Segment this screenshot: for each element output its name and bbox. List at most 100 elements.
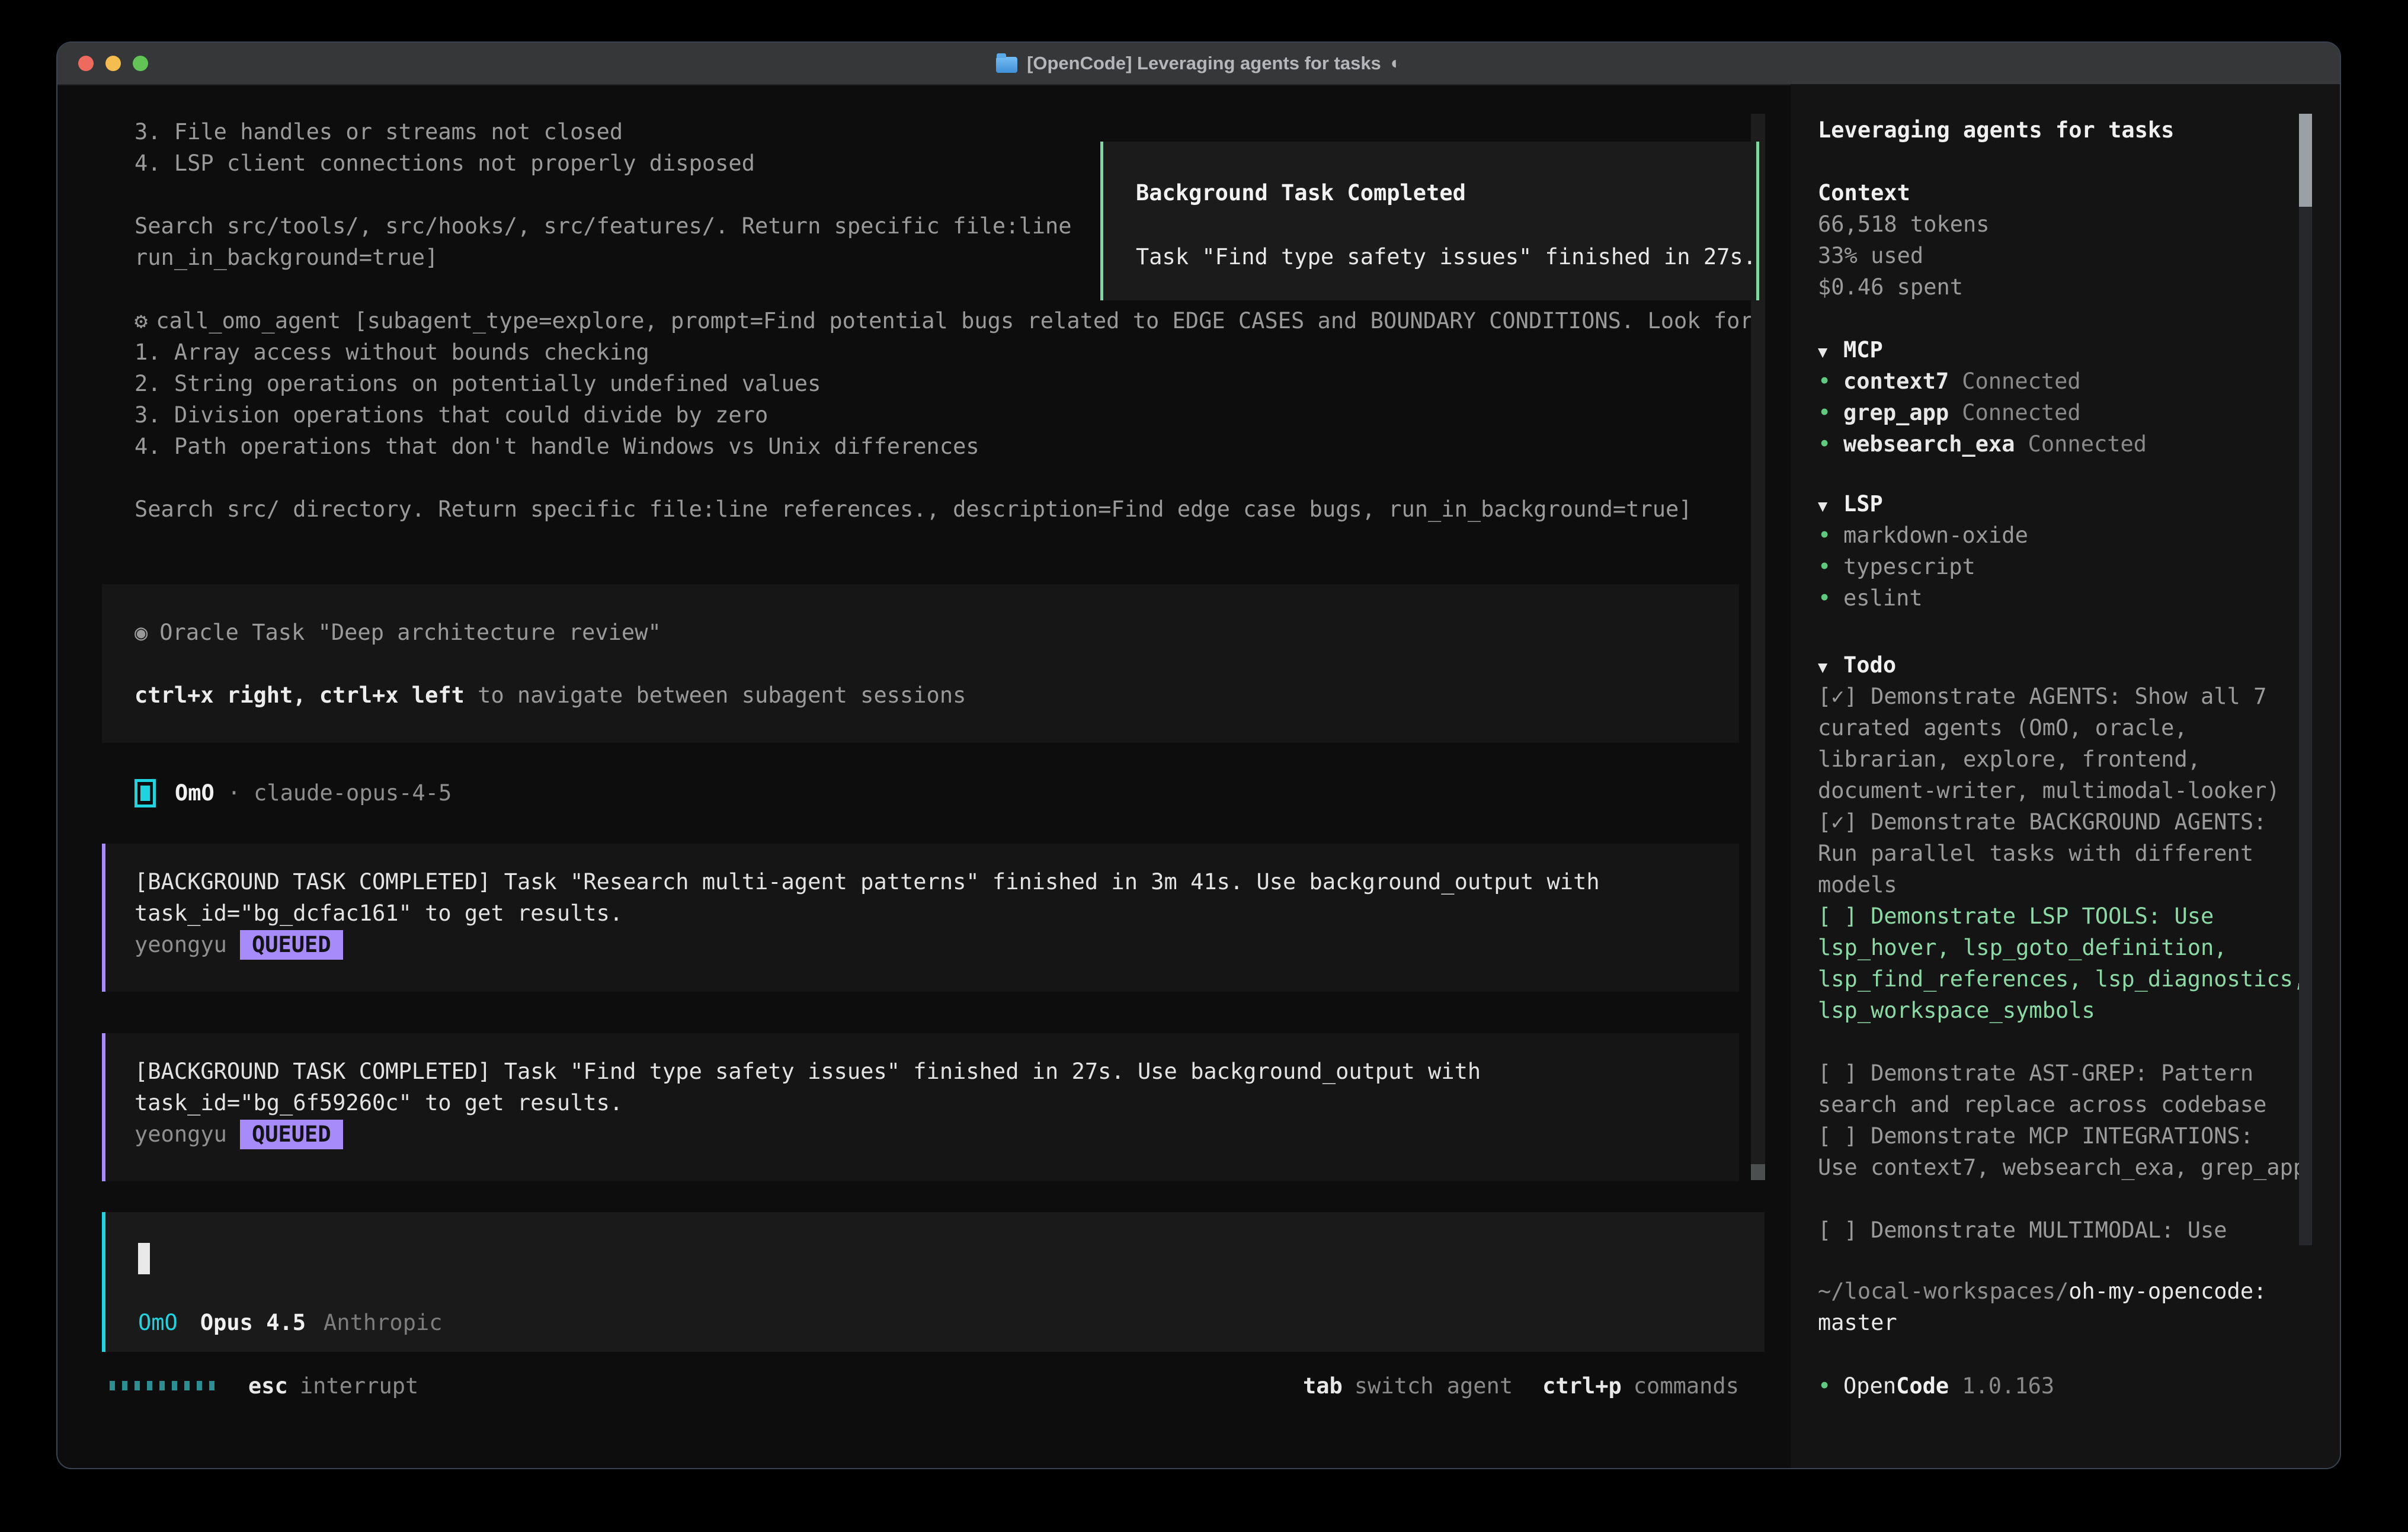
mcp-status: Connected (1962, 366, 2080, 397)
oracle-task-title-row: ◉Oracle Task "Deep architecture review" (135, 617, 1739, 648)
status-right: tab switch agent ctrl+p commands (1303, 1373, 1739, 1399)
mcp-section-header[interactable]: ▼ MCP (1818, 334, 2310, 366)
hint-keys: ctrl+x right, ctrl+x left (135, 682, 465, 708)
tool-call-line: Search src/ directory. Return specific f… (135, 493, 1799, 525)
lsp-name: typescript (1843, 551, 1975, 582)
tool-call-line: 3. Division operations that could divide… (135, 399, 1799, 431)
agent-model: claude-opus-4-5 (254, 780, 451, 806)
app-name-bold: Code (1896, 1370, 1949, 1402)
tool-call-line: 1. Array access without bounds checking (135, 336, 1799, 368)
background-task-message: [BACKGROUND TASK COMPLETED] Task "Resear… (102, 844, 1739, 992)
message-line: task_id="bg_6f59260c" to get results. (135, 1087, 1739, 1118)
todo-item-done: [✓] Demonstrate AGENTS: Show all 7 curat… (1818, 681, 2310, 806)
separator-dot: · (228, 780, 241, 806)
ctrlp-action-label: commands (1634, 1373, 1739, 1399)
ctrlp-key-hint: ctrl+p (1542, 1373, 1622, 1399)
scrollback-line: 4. LSP client connections not properly d… (135, 148, 1088, 179)
todo-section: ▼ Todo [✓] Demonstrate AGENTS: Show all … (1818, 649, 2310, 1246)
context-used: 33% used (1818, 240, 2310, 271)
message-user: yeongyu (135, 1121, 227, 1147)
lsp-section-header[interactable]: ▼ LSP (1818, 488, 2310, 520)
message-user: yeongyu (135, 932, 227, 957)
tab-action-label: switch agent (1354, 1373, 1513, 1399)
bullet-icon: • (1818, 582, 1843, 614)
status-badge: QUEUED (240, 930, 343, 960)
commands-hint: ctrl+p commands (1542, 1373, 1739, 1399)
version-row: • Open Code 1.0.163 (1818, 1370, 2310, 1402)
lsp-name: eslint (1843, 582, 1923, 614)
bullet-icon: • (1818, 366, 1843, 397)
tool-call-block: ⚙call_omo_agent [subagent_type=explore, … (135, 305, 1799, 525)
sidebar-scrollbar[interactable] (2299, 114, 2312, 1245)
mcp-status: Connected (1962, 397, 2080, 428)
hint-text: to navigate between subagent sessions (465, 682, 966, 708)
notification-body: Task "Find type safety issues" finished … (1136, 241, 1756, 273)
titlebar[interactable]: [OpenCode] Leveraging agents for tasks ◐ (57, 43, 2340, 85)
esc-key-hint: esc (248, 1373, 288, 1399)
bullet-icon: • (1818, 520, 1843, 551)
mcp-heading: MCP (1843, 334, 1883, 366)
scrollback-line (135, 179, 1088, 210)
mcp-name: websearch_exa (1843, 428, 2015, 460)
prompt-input[interactable]: OmO Opus 4.5 Anthropic (102, 1212, 1765, 1352)
version-line: • Open Code 1.0.163 (1818, 1370, 2310, 1402)
scrollback-line: 3. File handles or streams not closed (135, 116, 1088, 148)
chevron-down-icon: ▼ (1818, 652, 1843, 683)
chevron-down-icon: ▼ (1818, 491, 1843, 522)
provider-label: Anthropic (324, 1310, 442, 1335)
active-model-label: Opus 4.5 (200, 1310, 306, 1335)
minimize-button[interactable] (105, 56, 121, 71)
tool-call-line: 2. String operations on potentially unde… (135, 368, 1799, 399)
scrollback-line: Search src/tools/, src/hooks/, src/featu… (135, 210, 1088, 242)
text-cursor (138, 1243, 150, 1274)
context-tokens: 66,518 tokens (1818, 209, 2310, 240)
mcp-name: context7 (1843, 366, 1949, 397)
tab-hint: tab switch agent (1303, 1373, 1513, 1399)
context-heading: Context (1818, 177, 2310, 209)
agent-icon (135, 779, 156, 807)
notification-toast: Background Task Completed Task "Find typ… (1100, 142, 1759, 300)
traffic-lights (78, 43, 148, 84)
folder-icon (996, 57, 1017, 73)
oracle-navigation-hint: ctrl+x right, ctrl+x left to navigate be… (135, 680, 1739, 711)
todo-item-in-progress: [ ] Demonstrate LSP TOOLS: Use lsp_hover… (1818, 900, 2310, 1026)
window-title-text: [OpenCode] Leveraging agents for tasks (1027, 53, 1381, 74)
esc-action-label: interrupt (300, 1373, 418, 1399)
zoom-button[interactable] (133, 56, 148, 71)
message-line: [BACKGROUND TASK COMPLETED] Task "Resear… (135, 866, 1739, 898)
app-name: Open (1843, 1370, 1896, 1402)
oracle-task-panel: ◉Oracle Task "Deep architecture review" … (102, 584, 1739, 743)
mcp-item: • context7 Connected (1818, 366, 2310, 397)
tool-call-line (135, 462, 1799, 493)
sidebar-scrollbar-thumb[interactable] (2299, 114, 2312, 207)
mcp-section: ▼ MCP • context7 Connected • grep_app Co… (1818, 334, 2310, 460)
close-button[interactable] (78, 56, 94, 71)
busy-indicator-icon: ◐ (1391, 53, 1401, 73)
bullet-icon: • (1818, 551, 1843, 582)
lsp-item: • typescript (1818, 551, 2310, 582)
app-version: 1.0.163 (1962, 1370, 2054, 1402)
message-line: task_id="bg_dcfac161" to get results. (135, 898, 1739, 929)
mcp-item: • grep_app Connected (1818, 397, 2310, 428)
bullet-icon: • (1818, 397, 1843, 428)
background-task-message: [BACKGROUND TASK COMPLETED] Task "Find t… (102, 1033, 1739, 1181)
blank-line (135, 648, 1739, 680)
message-line: [BACKGROUND TASK COMPLETED] Task "Find t… (135, 1056, 1739, 1087)
todo-section-header[interactable]: ▼ Todo (1818, 649, 2310, 681)
workspace-path: ~/local-workspaces/oh-my-opencode: maste… (1818, 1275, 2310, 1338)
todo-item-pending: [ ] Demonstrate MCP INTEGRATIONS: Use co… (1818, 1120, 2310, 1183)
mcp-name: grep_app (1843, 397, 1949, 428)
message-footer: yeongyu QUEUED (135, 1118, 1739, 1150)
lsp-item: • markdown-oxide (1818, 520, 2310, 551)
desktop: [OpenCode] Leveraging agents for tasks ◐… (0, 0, 2408, 1532)
agent-icon-fill (140, 786, 150, 801)
main-scrollbar-thumb[interactable] (1751, 1164, 1765, 1180)
tool-call-header: ⚙call_omo_agent [subagent_type=explore, … (135, 305, 1799, 336)
window-title: [OpenCode] Leveraging agents for tasks ◐ (996, 53, 1401, 74)
tool-call-line: 4. Path operations that don't handle Win… (135, 431, 1799, 462)
spinner-icon (110, 1381, 214, 1390)
workspace-prefix: ~/local-workspaces/ (1818, 1278, 2068, 1304)
bullet-icon: • (1818, 1370, 1843, 1402)
todo-item-pending: [ ] Demonstrate AST-GREP: Pattern search… (1818, 1057, 2310, 1120)
lsp-name: markdown-oxide (1843, 520, 2028, 551)
